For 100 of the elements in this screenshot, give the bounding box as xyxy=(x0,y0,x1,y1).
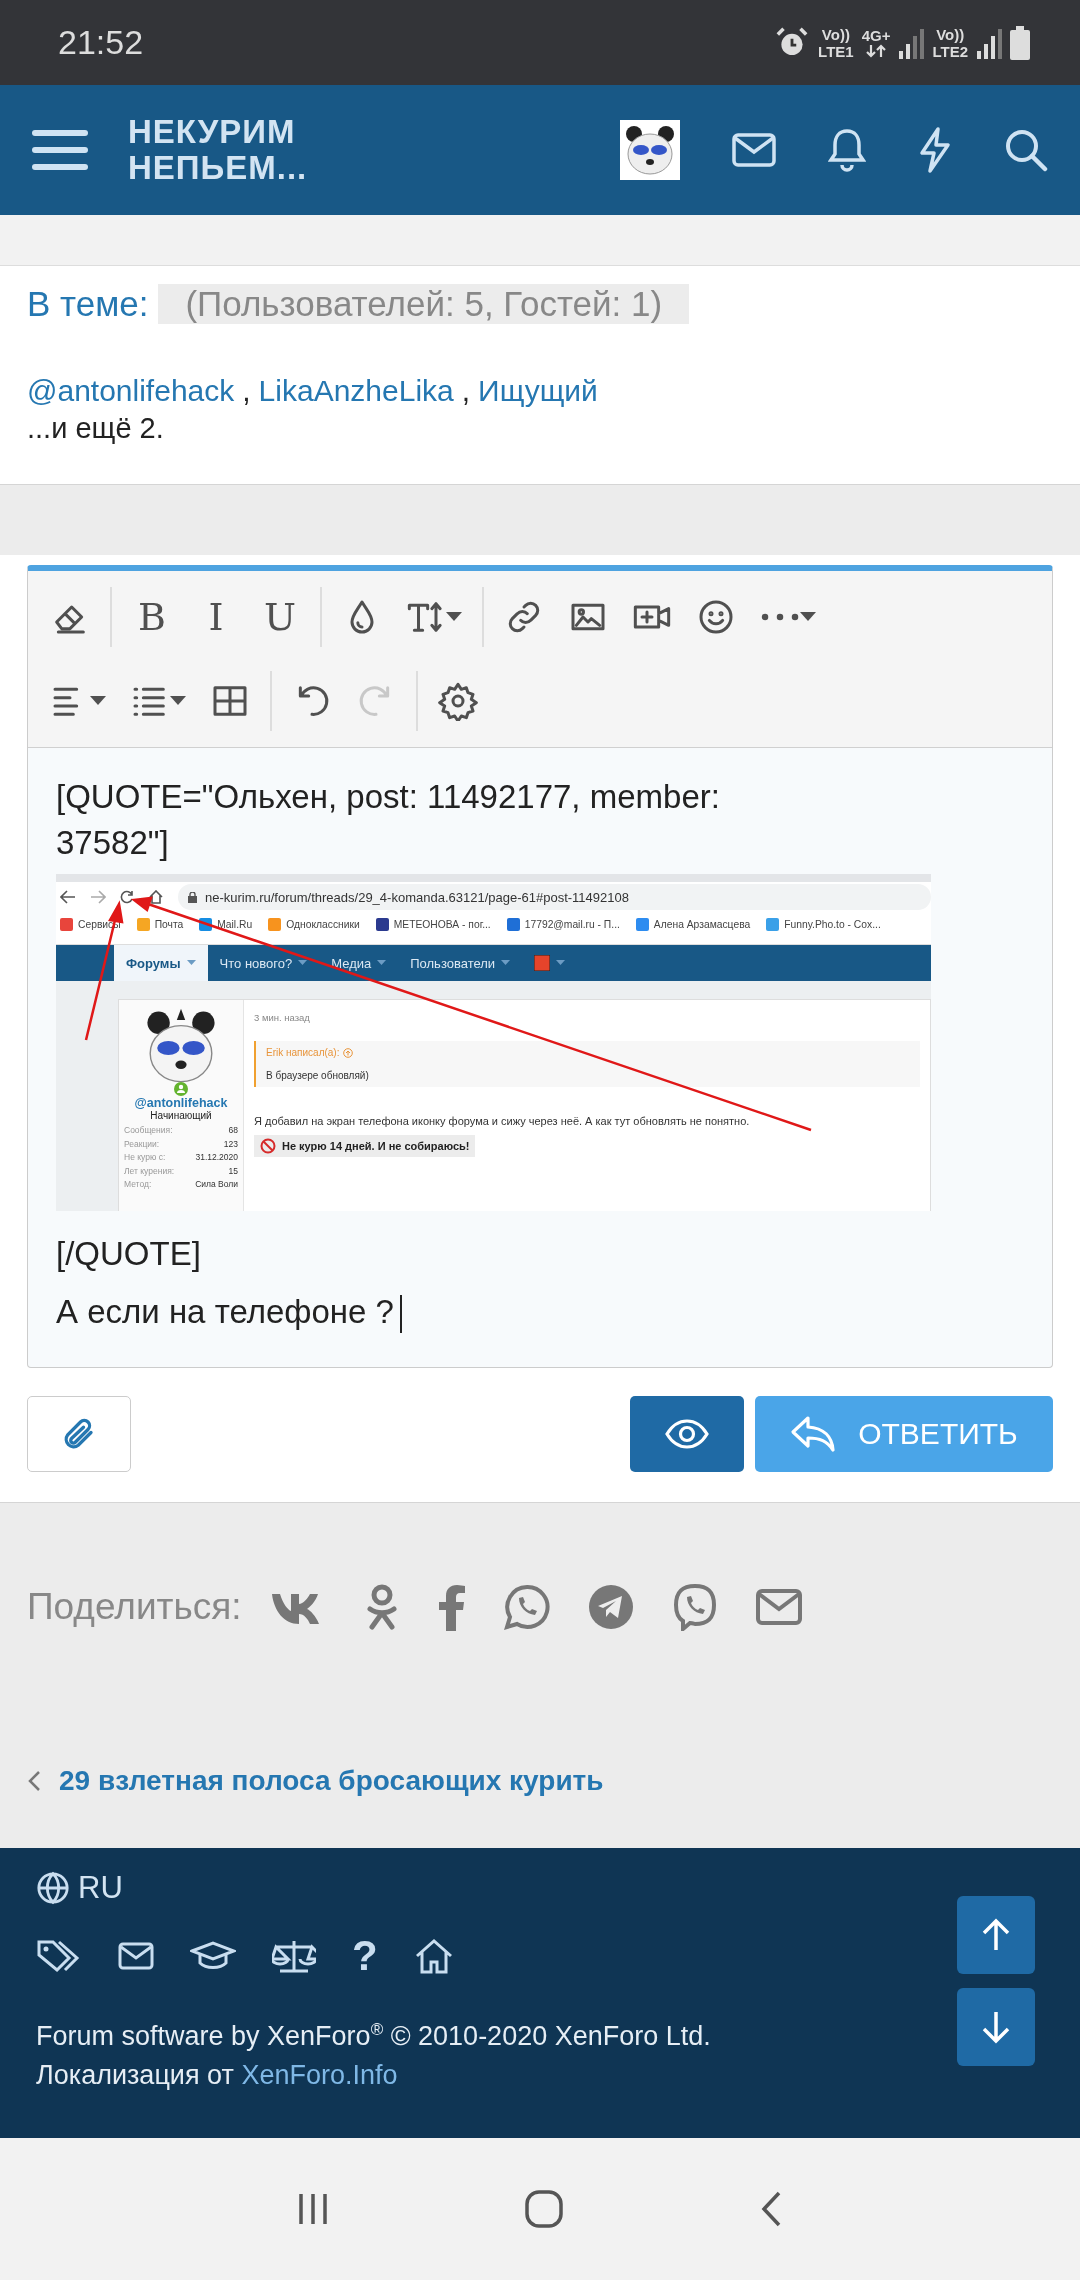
eye-icon xyxy=(665,1418,709,1450)
scroll-up-button[interactable] xyxy=(957,1896,1035,1974)
signal-icon xyxy=(898,26,925,59)
nav-label: Пользователи xyxy=(398,945,523,981)
caret-icon xyxy=(800,612,816,622)
lock-icon xyxy=(188,891,197,903)
text-editor[interactable] xyxy=(27,565,1053,1368)
data-arrows-icon xyxy=(865,44,888,58)
scales-icon[interactable] xyxy=(272,1938,316,1974)
home-button-icon[interactable] xyxy=(524,2189,564,2229)
language-link[interactable]: RU xyxy=(78,1870,123,1906)
stat-label: Сообщения: xyxy=(124,1124,173,1137)
flag-icon xyxy=(534,955,551,971)
back-icon[interactable] xyxy=(760,2190,782,2228)
online-counts: (Пользователей: 5, Гостей: 1) xyxy=(158,284,690,324)
more-icon xyxy=(760,612,800,622)
graduation-cap-icon[interactable] xyxy=(190,1941,236,1971)
banner-text: Не курю 14 дней. И не собираюсь! xyxy=(282,1140,470,1152)
stat-value: 31.12.2020 xyxy=(195,1151,238,1164)
post-message: Я добавил на экран телефона иконку форума и сижу через неё. А как тут обновлять не понятно. xyxy=(254,1115,750,1127)
home-icon xyxy=(148,890,164,904)
reply-icon xyxy=(790,1415,837,1453)
whatsapp-icon[interactable] xyxy=(503,1584,550,1630)
volte-label: Vo)) xyxy=(821,25,850,43)
no-smoking-icon xyxy=(260,1138,276,1154)
avatar-panda-drawing[interactable] xyxy=(620,120,680,180)
separator-text: , xyxy=(461,374,471,408)
stat-value: Сила Воли xyxy=(195,1178,238,1191)
stat-value: 123 xyxy=(223,1137,238,1151)
caret-icon xyxy=(501,960,511,966)
format-button[interactable]: I xyxy=(184,582,248,652)
quote-open-text: [QUOTE="Ольхен, post: 11492177, member: 37582"] xyxy=(56,777,721,863)
arrow-up-circle-icon xyxy=(343,1047,354,1058)
reload-icon xyxy=(120,890,134,904)
caret-icon xyxy=(377,960,387,966)
localization-text: Локализация от xyxy=(36,2060,234,2090)
search-icon[interactable] xyxy=(1004,128,1048,172)
viber-icon[interactable] xyxy=(671,1583,718,1631)
text-cursor xyxy=(399,1295,402,1334)
username-text: @antonlifehack xyxy=(134,1096,228,1110)
facebook-icon[interactable] xyxy=(437,1583,466,1631)
stat-value: 68 xyxy=(228,1124,238,1137)
user-link[interactable]: LikaAnzheLika xyxy=(258,374,454,408)
copyright-text: Forum software by XenForo$^{®}$ © 2010-2020 XenForo Ltd. xyxy=(36,2020,712,2052)
back-icon xyxy=(60,890,76,904)
nav-tab: Форумы xyxy=(114,945,208,981)
bookmark-label: Mail.Ru xyxy=(217,918,253,930)
bookmark-label: Funny.Pho.to - Cox... xyxy=(784,918,881,930)
user-link[interactable]: @antonlifehack xyxy=(27,374,235,408)
site-logo[interactable]: НЕКУРИМ НЕПЬЕМ... xyxy=(128,114,308,186)
lightning-icon[interactable] xyxy=(918,127,952,173)
battery-icon xyxy=(1010,25,1030,60)
attach-button[interactable] xyxy=(27,1396,131,1472)
caret-icon xyxy=(90,696,106,706)
help-link[interactable]: ? xyxy=(352,1936,378,1976)
format-button[interactable]: U xyxy=(248,582,312,652)
user-title-text: Начинающий xyxy=(150,1110,212,1121)
stat-label: Метод: xyxy=(124,1178,152,1191)
caret-icon xyxy=(446,612,462,622)
bell-icon[interactable] xyxy=(828,128,866,172)
message-text: А если на телефоне ? xyxy=(56,1293,394,1330)
share-label: Поделиться: xyxy=(27,1586,242,1628)
stat-label: Лет курения: xyxy=(124,1164,175,1178)
bookmark-label: Почта xyxy=(154,918,184,930)
home-icon[interactable] xyxy=(413,1938,454,1974)
scroll-down-button[interactable] xyxy=(957,1988,1035,2066)
separator-text: , xyxy=(242,374,251,408)
network-label: LTE2 xyxy=(932,42,968,60)
post-time: 3 мин. назад xyxy=(254,1012,310,1023)
network-label: LTE1 xyxy=(818,42,854,60)
preview-button[interactable] xyxy=(630,1396,744,1472)
bookmark-label: Алена Арзамасцева xyxy=(653,918,751,930)
more-users-text: ...и ещё 2. xyxy=(27,412,165,445)
stat-label: Реакции: xyxy=(124,1137,160,1151)
stat-label: Не курю с: xyxy=(124,1151,166,1164)
caret-icon xyxy=(186,960,196,966)
signal-icon xyxy=(976,26,1002,59)
telegram-icon[interactable] xyxy=(587,1584,634,1630)
bookmark-label: Одноклассники xyxy=(286,918,360,930)
caret-icon xyxy=(170,696,186,706)
recent-apps-icon[interactable] xyxy=(298,2192,328,2226)
online-title: В теме: xyxy=(27,284,149,324)
localization-link[interactable]: XenForo.Info xyxy=(241,2060,398,2090)
url-text: ne-kurim.ru/forum/threads/29_4-komanda.63121/page-61#post-11492108 xyxy=(205,889,629,905)
arrow-up-icon xyxy=(981,1918,1011,1952)
caret-icon xyxy=(556,960,566,966)
breadcrumb-link[interactable]: 29 взлетная полоса бросающих курить xyxy=(59,1765,604,1797)
globe-icon[interactable] xyxy=(36,1871,70,1905)
quote-text: В браузере обновляй) xyxy=(266,1070,370,1081)
stat-value: 15 xyxy=(228,1164,238,1178)
online-status-icon xyxy=(174,1082,188,1096)
format-button[interactable]: B xyxy=(120,582,184,652)
tags-icon[interactable] xyxy=(36,1939,82,1973)
menu-icon[interactable] xyxy=(32,128,88,172)
quote-author: Erik написал(а): xyxy=(266,1047,340,1058)
user-link[interactable]: Ищущий xyxy=(478,374,598,408)
settings-icon xyxy=(438,681,478,721)
data-label: 4G+ xyxy=(861,27,891,44)
nav-label: Медиа xyxy=(319,945,399,981)
bookmark-label: МЕТЕОНОВА - пог... xyxy=(393,918,491,930)
